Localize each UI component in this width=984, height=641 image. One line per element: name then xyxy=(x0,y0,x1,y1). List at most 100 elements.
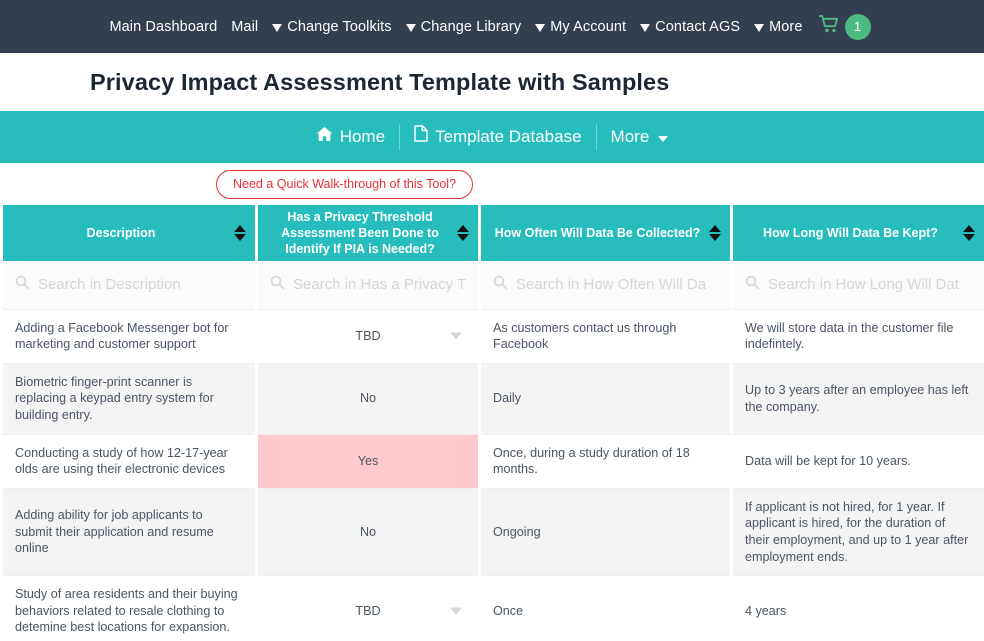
table-header-label: How Long Will Data Be Kept? xyxy=(763,226,938,240)
walkthrough-band: Need a Quick Walk-through of this Tool? xyxy=(0,163,984,205)
cell-description[interactable]: Study of area residents and their buying… xyxy=(0,575,257,641)
caret-down-icon xyxy=(405,23,416,32)
topnav-item-contact-ags[interactable]: Contact AGS xyxy=(640,19,740,35)
topnav-item-main-dashboard[interactable]: Main Dashboard xyxy=(109,19,217,35)
table-header-cell-2[interactable]: How Often Will Data Be Collected? xyxy=(478,205,732,261)
search-input-1[interactable]: Search in Has a Privacy T xyxy=(258,275,478,295)
shopping-cart-icon[interactable] xyxy=(817,15,839,38)
table-header-cell-0[interactable]: Description xyxy=(0,205,257,261)
topnav-item-my-account[interactable]: My Account xyxy=(535,19,626,35)
chevron-down-icon[interactable] xyxy=(450,332,462,340)
table-body: Adding a Facebook Messenger bot for mark… xyxy=(0,309,984,641)
table-header-label: How Often Will Data Be Collected? xyxy=(494,226,701,240)
top-nav-items: Main Dashboard Mail Change Toolkits Change … xyxy=(109,19,802,35)
search-icon xyxy=(270,275,285,295)
cell-collection-frequency[interactable]: Ongoing xyxy=(478,488,732,577)
pta-status-value: TBD xyxy=(355,328,381,343)
cell-description[interactable]: Biometric finger-print scanner is replac… xyxy=(0,363,257,435)
home-icon xyxy=(316,123,333,151)
page-title-band: Privacy Impact Assessment Template with … xyxy=(0,53,984,111)
search-placeholder-text: Search in How Long Will Dat xyxy=(768,276,959,294)
cell-retention-period[interactable]: 4 years xyxy=(730,575,984,641)
sort-toggle-icon[interactable] xyxy=(709,222,721,244)
sort-toggle-icon[interactable] xyxy=(234,222,246,244)
subnav-item-home[interactable]: Home xyxy=(302,123,399,151)
table-row[interactable]: Biometric finger-print scanner is replac… xyxy=(0,363,984,435)
topnav-label: Main Dashboard xyxy=(109,18,218,35)
subnav-label-home: Home xyxy=(339,127,386,146)
sort-toggle-icon[interactable] xyxy=(963,222,975,244)
column-search-cell-2[interactable]: Search in How Often Will Da xyxy=(478,261,732,310)
table-row[interactable]: Adding a Facebook Messenger bot for mark… xyxy=(0,309,984,364)
topnav-label: Mail xyxy=(231,18,259,35)
cell-description[interactable]: Adding ability for job applicants to sub… xyxy=(0,488,257,577)
cell-collection-frequency[interactable]: Once xyxy=(478,575,732,641)
pta-status-value: No xyxy=(359,391,377,406)
cell-retention-period[interactable]: We will store data in the customer file … xyxy=(730,309,984,364)
caret-down-icon xyxy=(272,23,283,32)
table-row[interactable]: Conducting a study of how 12-17-year old… xyxy=(0,434,984,489)
table-header-label: Has a Privacy Threshold Assessment Been … xyxy=(281,210,439,256)
search-icon xyxy=(745,275,760,295)
search-input-0[interactable]: Search in Description xyxy=(3,275,255,295)
table-header-cell-3[interactable]: How Long Will Data Be Kept? xyxy=(730,205,984,261)
cell-retention-period[interactable]: Up to 3 years after an employee has left… xyxy=(730,363,984,435)
search-input-3[interactable]: Search in How Long Will Dat xyxy=(733,275,984,295)
table-header: Description Has a Privacy Threshold Asses… xyxy=(0,205,984,261)
topnav-item-mail[interactable]: Mail xyxy=(231,19,258,35)
cart-count-badge[interactable]: 1 xyxy=(844,13,871,40)
subnav-item-template-database[interactable]: Template Database xyxy=(400,123,595,151)
cell-pta-status[interactable]: TBD xyxy=(255,309,480,364)
page-title: Privacy Impact Assessment Template with … xyxy=(90,68,670,95)
cell-collection-frequency[interactable]: Once, during a study duration of 18 mont… xyxy=(478,434,732,489)
cell-collection-frequency[interactable]: Daily xyxy=(478,363,732,435)
caret-down-icon xyxy=(754,23,765,32)
cell-pta-status[interactable]: Yes xyxy=(255,434,480,489)
pta-status-value: TBD xyxy=(355,603,381,618)
cell-retention-period[interactable]: Data will be kept for 10 years. xyxy=(730,434,984,489)
pta-status-value: No xyxy=(359,524,377,539)
caret-down-icon xyxy=(535,23,546,32)
table-search-body: Search in Description Search in Has a Pri… xyxy=(0,261,984,310)
search-icon xyxy=(15,275,30,295)
cart-area[interactable]: 1 xyxy=(817,13,871,40)
table-header-row: Description Has a Privacy Threshold Asses… xyxy=(0,205,984,261)
table-row[interactable]: Study of area residents and their buying… xyxy=(0,575,984,641)
cell-collection-frequency[interactable]: As customers contact us through Facebook xyxy=(478,309,732,364)
search-placeholder-text: Search in How Often Will Da xyxy=(516,276,707,294)
cell-pta-status[interactable]: No xyxy=(255,363,480,435)
cell-pta-status[interactable]: TBD xyxy=(255,575,480,641)
caret-down-icon xyxy=(640,23,651,32)
search-input-2[interactable]: Search in How Often Will Da xyxy=(481,275,730,295)
chevron-down-icon[interactable] xyxy=(450,607,462,615)
assessment-table: Description Has a Privacy Threshold Asses… xyxy=(0,205,984,641)
column-search-cell-0[interactable]: Search in Description xyxy=(0,261,257,310)
table-header-cell-1[interactable]: Has a Privacy Threshold Assessment Been … xyxy=(255,205,480,261)
column-search-row: Search in Description Search in Has a Pri… xyxy=(0,261,984,310)
cell-description[interactable]: Adding a Facebook Messenger bot for mark… xyxy=(0,309,257,364)
topnav-label: Contact AGS xyxy=(655,18,741,35)
cell-pta-status[interactable]: No xyxy=(255,488,480,577)
column-search-cell-1[interactable]: Search in Has a Privacy T xyxy=(255,261,480,310)
subnav-item-more[interactable]: More xyxy=(597,123,683,151)
chevron-down-icon xyxy=(658,136,669,142)
data-table-wrapper: Description Has a Privacy Threshold Asses… xyxy=(0,205,984,641)
cell-retention-period[interactable]: If applicant is not hired, for 1 year. I… xyxy=(730,488,984,577)
topnav-label: More xyxy=(769,18,803,35)
sort-toggle-icon[interactable] xyxy=(457,222,469,244)
topnav-item-change-toolkits[interactable]: Change Toolkits xyxy=(272,18,392,35)
topnav-item-more[interactable]: More xyxy=(754,19,802,35)
file-document-icon xyxy=(414,123,428,151)
table-row[interactable]: Adding ability for job applicants to sub… xyxy=(0,488,984,577)
topnav-label: Change Library xyxy=(420,18,522,35)
cell-description[interactable]: Conducting a study of how 12-17-year old… xyxy=(0,434,257,489)
secondary-navigation-bar: Home Template Database More xyxy=(0,111,984,163)
column-search-cell-3[interactable]: Search in How Long Will Dat xyxy=(730,261,984,310)
search-placeholder-text: Search in Has a Privacy T xyxy=(293,276,466,294)
pta-status-value: Yes xyxy=(357,453,379,468)
top-navigation-bar: Main Dashboard Mail Change Toolkits Change … xyxy=(0,0,984,53)
topnav-label: Change Toolkits xyxy=(287,18,392,35)
walkthrough-button[interactable]: Need a Quick Walk-through of this Tool? xyxy=(216,169,474,199)
topnav-item-change-library[interactable]: Change Library xyxy=(405,18,522,35)
topnav-label: My Account xyxy=(550,18,627,35)
